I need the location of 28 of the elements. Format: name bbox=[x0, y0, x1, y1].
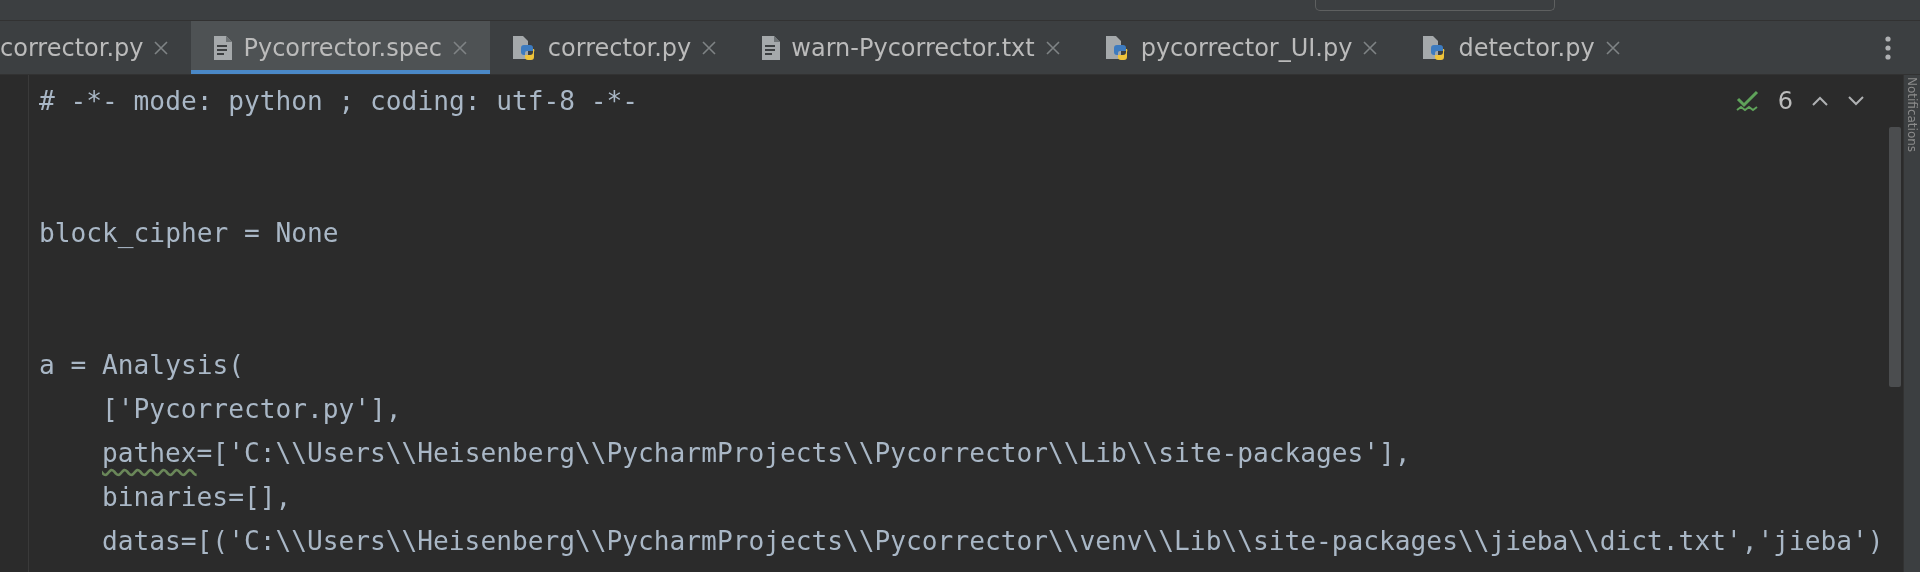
chevron-down-icon[interactable] bbox=[1847, 95, 1865, 107]
close-icon[interactable] bbox=[701, 39, 718, 56]
scrollbar-thumb[interactable] bbox=[1889, 127, 1901, 387]
check-icon[interactable] bbox=[1735, 90, 1760, 112]
editor-tab[interactable]: corrector.py bbox=[0, 21, 192, 74]
problem-count[interactable]: 6 bbox=[1777, 87, 1793, 115]
chevron-up-icon[interactable] bbox=[1811, 95, 1829, 107]
editor-tab[interactable]: Pycorrector.spec bbox=[191, 21, 490, 74]
document-icon bbox=[213, 34, 234, 61]
editor-tab[interactable]: warn-Pycorrector.txt bbox=[739, 21, 1083, 74]
notifications-label[interactable]: Notifications bbox=[1905, 77, 1919, 572]
more-icon[interactable] bbox=[1884, 34, 1892, 61]
editor-tab[interactable]: detector.py bbox=[1400, 21, 1643, 74]
close-icon[interactable] bbox=[153, 39, 170, 56]
close-icon[interactable] bbox=[1362, 39, 1379, 56]
code-line: binaries=[], bbox=[102, 482, 292, 512]
close-icon[interactable] bbox=[451, 39, 468, 56]
code-line: pathex=['C:\\Users\\Heisenberg\\PycharmProjects\\Pycorrector\\Lib\\site-packages'], bbox=[102, 438, 1411, 468]
code-line: datas=[('C:\\Users\\Heisenberg\\PycharmProjects\\Pycorrector\\venv\\Lib\\site-packages\\jieba\\dict.txt','jieba') bbox=[102, 526, 1884, 556]
code-line: block_cipher = None bbox=[39, 218, 339, 248]
code-line: # -*- mode: python ; coding: utf-8 -*- bbox=[39, 86, 639, 116]
close-icon[interactable] bbox=[1604, 39, 1621, 56]
close-icon[interactable] bbox=[1044, 39, 1061, 56]
editor-tab[interactable]: pycorrector_UI.py bbox=[1082, 21, 1401, 74]
code-line: a = Analysis( bbox=[39, 350, 244, 380]
editor-tab[interactable]: corrector.py bbox=[489, 21, 740, 74]
code-line: ['Pycorrector.py'], bbox=[102, 394, 402, 424]
document-icon bbox=[761, 34, 782, 61]
